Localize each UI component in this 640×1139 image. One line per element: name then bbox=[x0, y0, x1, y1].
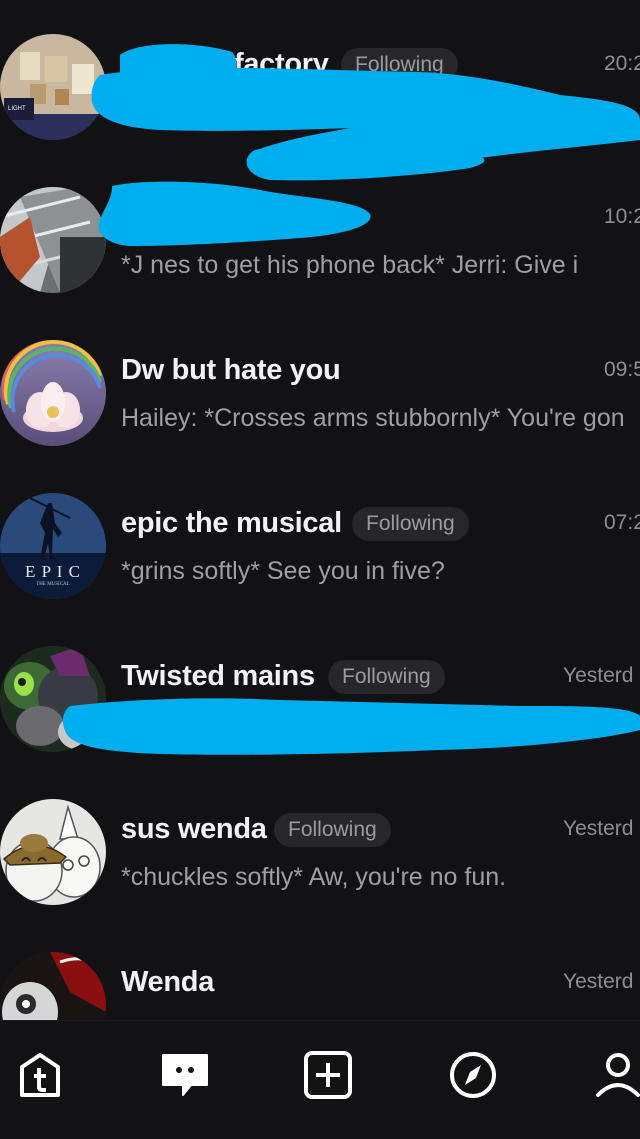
home-tab[interactable] bbox=[10, 1045, 70, 1105]
conversation-name: Wenda bbox=[121, 966, 215, 998]
tumblr-home-icon bbox=[20, 1053, 60, 1097]
message-preview: *chuckles softly* Aw, you're no fun. bbox=[121, 863, 507, 891]
conversation-name: factory bbox=[234, 48, 329, 80]
bottom-tab-bar bbox=[0, 1020, 640, 1139]
following-badge: Following bbox=[328, 660, 445, 694]
light-label: LIGHT bbox=[8, 106, 26, 112]
conversation-row[interactable]: sus wenda Following Yesterd *chuckles so… bbox=[0, 799, 640, 952]
conversation-time: Yesterd bbox=[563, 970, 634, 993]
epic-logo-text: E P I C bbox=[25, 562, 81, 581]
conversation-name: sus wenda bbox=[121, 813, 267, 845]
message-preview: *grins softly* See you in five? bbox=[121, 557, 445, 585]
conversation-row[interactable]: 10:2 *J nes to get his phone back* Jerri… bbox=[0, 187, 640, 340]
conversation-time: Yesterd bbox=[563, 664, 634, 687]
conversation-time: Yesterd bbox=[563, 817, 634, 840]
conversation-row[interactable]: E P I C THE MUSICAL epic the musical Fol… bbox=[0, 493, 640, 646]
conversation-name: Twisted mains bbox=[121, 660, 315, 692]
person-icon bbox=[596, 1053, 640, 1097]
profile-tab[interactable] bbox=[588, 1045, 640, 1105]
create-tab[interactable] bbox=[298, 1045, 358, 1105]
chat-bubble-icon bbox=[162, 1054, 208, 1096]
conversation-time: 09:5 bbox=[604, 358, 640, 381]
conversation-row[interactable]: Wenda Yesterd bbox=[0, 952, 640, 1020]
following-badge: Following bbox=[352, 507, 469, 541]
compass-icon bbox=[450, 1052, 496, 1098]
conversation-time: 10:2 bbox=[604, 205, 640, 228]
conversation-list: LIGHT factory Following 20:2 10:2 *J nes… bbox=[0, 0, 640, 1020]
conversation-time: 07:2 bbox=[604, 511, 640, 534]
avatar[interactable] bbox=[0, 952, 106, 1020]
avatar[interactable] bbox=[0, 187, 106, 293]
messages-tab[interactable] bbox=[155, 1045, 215, 1105]
conversation-row[interactable]: Twisted mains Following Yesterd bbox=[0, 646, 640, 799]
plus-square-icon bbox=[304, 1051, 352, 1099]
avatar[interactable] bbox=[0, 646, 106, 752]
conversation-row[interactable]: LIGHT factory Following 20:2 bbox=[0, 34, 640, 187]
message-preview: *J nes to get his phone back* Jerri: Giv… bbox=[121, 251, 579, 279]
explore-tab[interactable] bbox=[443, 1045, 503, 1105]
avatar[interactable] bbox=[0, 340, 106, 446]
epic-sub-text: THE MUSICAL bbox=[36, 582, 69, 587]
conversation-row[interactable]: Dw but hate you 09:5 Hailey: *Crosses ar… bbox=[0, 340, 640, 493]
following-badge: Following bbox=[341, 48, 458, 82]
conversation-time: 20:2 bbox=[604, 52, 640, 75]
message-preview: Hailey: *Crosses arms stubbornly* You're… bbox=[121, 404, 625, 432]
conversation-name: Dw but hate you bbox=[121, 354, 341, 386]
avatar[interactable] bbox=[0, 799, 106, 905]
avatar[interactable]: E P I C THE MUSICAL bbox=[0, 493, 106, 599]
avatar[interactable]: LIGHT bbox=[0, 34, 106, 140]
following-badge: Following bbox=[274, 813, 391, 847]
conversation-name: epic the musical bbox=[121, 507, 342, 539]
